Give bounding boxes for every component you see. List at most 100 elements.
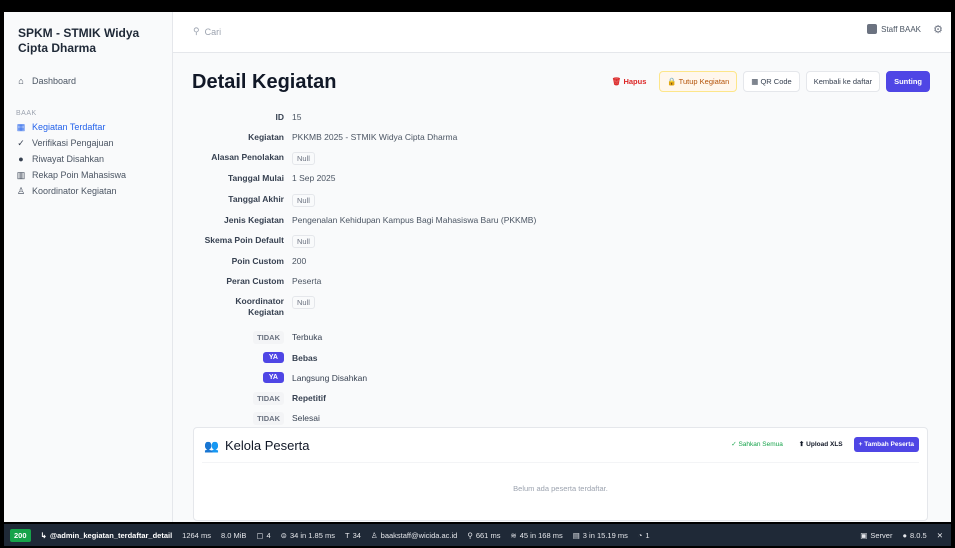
approve-all-button[interactable]: ✓ Sahkan Semua [726,436,788,452]
user-info[interactable]: ♙ baakstaff@wicida.ac.id [371,531,457,540]
chart-icon: ▥ [16,170,26,180]
route-info[interactable]: ↳ @admin_kegiatan_terdaftar_detail [41,531,173,540]
sidebar-item-label: Rekap Poin Mahasiswa [32,170,127,180]
close-activity-button[interactable]: 🔒 Tutup Kegiatan [659,71,738,92]
memory-info[interactable]: 8.0 MiB [221,531,246,540]
peserta-actions: ✓ Sahkan Semua ⬆ Upload XLS + Tambah Pes… [726,436,919,452]
peserta-title-text: Kelola Peserta [224,438,310,453]
search-icon: ⚲ [193,26,200,36]
page-actions: 🗑 Hapus 🔒 Tutup Kegiatan ▦ QR Code Kemba… [605,71,930,92]
page-title: Detail Kegiatan [192,71,337,93]
forms-info[interactable]: ▢ 4 [256,531,270,540]
delete-button[interactable]: 🗑 Hapus [605,72,654,91]
sidebar-item-label: Dashboard [32,76,77,86]
cache-info[interactable]: ⊜ 34 in 1.85 ms [281,531,335,540]
user-label: baakstaff@wicida.ac.id [380,530,458,540]
events-count: 1 [645,530,650,540]
topbar: ⚲ Cari Staff BAAK ⚙ [173,12,951,53]
jenis-link[interactable]: Pengenalan Kehidupan Kampus Bagi Mahasis… [292,215,536,225]
status-badge[interactable]: 200 [10,528,31,542]
empty-state: Belum ada peserta terdaftar. [513,484,608,493]
edit-button[interactable]: Sunting [886,71,930,92]
db-info[interactable]: ▤ 3 in 15.19 ms [573,531,628,540]
server-info[interactable]: ▣ Server [860,531,892,540]
sidebar-item-koordinator[interactable]: ♙ Koordinator Kegiatan [16,186,117,196]
debug-toolbar: 200 ↳ @admin_kegiatan_terdaftar_detail 1… [4,524,951,546]
row-bebas: YA Bebas [192,352,792,371]
row-langsung: YA Langsung Disahkan [192,372,792,391]
forms-count: 4 [266,530,271,540]
user-name: Staff BAAK [881,24,921,34]
time-info[interactable]: 1264 ms [182,531,211,540]
selesai-label: Selesai [292,413,320,423]
app-frame: SPKM - STMIK Widya Cipta Dharma ⌂ Dashbo… [4,12,951,522]
sidebar-item-label: Kegiatan Terdaftar [32,122,106,132]
tanggal-mulai-value: 1 Sep 2025 [292,173,336,183]
search-placeholder: Cari [204,26,222,37]
jenis-label: Jenis Kegiatan [224,215,284,225]
skema-label: Skema Poin Default [204,235,284,245]
repetitif-label: Repetitif [292,393,326,403]
debug-right: ▣ Server ● 8.0.5 ✕ [860,531,951,540]
row-repetitif: TIDAK Repetitif [192,392,792,411]
events-info[interactable]: ◔ 1 [638,531,650,540]
kegiatan-label: Kegiatan [248,132,284,142]
queries-label: 661 ms [475,530,501,540]
row-skema: Skema Poin Default Null [192,235,792,253]
poin-value: 200 [292,256,307,266]
sidebar-item-label: Riwayat Disahkan [32,154,105,164]
alasan-label: Alasan Penolakan [211,152,284,162]
close-icon[interactable]: ✕ [937,531,943,540]
route-label: @admin_kegiatan_terdaftar_detail [49,530,173,540]
sidebar-item-riwayat-disahkan[interactable]: ● Riwayat Disahkan [16,154,104,164]
sidebar-item-verifikasi-pengajuan[interactable]: ✓ Verifikasi Pengajuan [16,138,114,148]
db-label: 3 in 15.19 ms [582,530,628,540]
flag-yes-badge: YA [262,372,284,383]
tanggal-akhir-label: Tanggal Akhir [228,194,284,204]
queries-info[interactable]: ⚲ 661 ms [467,531,500,540]
sidebar-item-rekap-poin[interactable]: ▥ Rekap Poin Mahasiswa [16,170,126,180]
sidebar-item-label: Verifikasi Pengajuan [32,138,114,148]
flag-no-badge: TIDAK [253,392,284,405]
poin-label: Poin Custom [231,256,284,266]
version-info[interactable]: ● 8.0.5 [902,531,926,540]
close-label: Tutup Kegiatan [678,77,730,86]
peran-label: Peran Custom [226,276,284,286]
sidebar: SPKM - STMIK Widya Cipta Dharma ⌂ Dashbo… [4,12,173,522]
bebas-label: Bebas [292,353,318,363]
row-tanggal-mulai: Tanggal Mulai 1 Sep 2025 [192,173,792,191]
back-to-list-button[interactable]: Kembali ke daftar [805,71,881,92]
upload-xls-button[interactable]: ⬆ Upload XLS [794,436,848,452]
flag-no-badge: TIDAK [253,412,284,425]
sidebar-item-kegiatan-terdaftar[interactable]: ▦ Kegiatan Terdaftar [16,122,106,132]
add-participant-button[interactable]: + Tambah Peserta [853,436,919,452]
user-menu[interactable]: Staff BAAK [867,24,921,34]
row-id: ID 15 [192,112,792,130]
history-icon: ● [18,154,24,164]
row-koordinator: Koordinator Kegiatan Null [192,296,792,326]
peserta-card: 👥 Kelola Peserta ✓ Sahkan Semua ⬆ Upload… [193,427,928,521]
translation-info[interactable]: T 34 [345,531,361,540]
row-jenis: Jenis Kegiatan Pengenalan Kehidupan Kamp… [192,215,792,233]
twig-label: 45 in 168 ms [519,530,563,540]
flag-yes-badge: YA [262,352,284,363]
id-value: 15 [292,112,302,122]
search-input[interactable]: ⚲ Cari [193,26,221,37]
divider [202,462,919,463]
null-badge: Null [292,296,315,309]
server-label: Server [870,530,893,540]
peserta-title: 👥 Kelola Peserta [204,438,310,453]
cache-label: 34 in 1.85 ms [289,530,335,540]
delete-label: Hapus [623,77,647,86]
row-terbuka: TIDAK Terbuka [192,331,792,350]
row-kegiatan: Kegiatan PKKMB 2025 - STMIK Widya Cipta … [192,132,792,150]
qr-code-button[interactable]: ▦ QR Code [743,71,800,92]
brand-title[interactable]: SPKM - STMIK Widya Cipta Dharma [18,26,168,56]
twig-info[interactable]: ≋ 45 in 168 ms [510,531,562,540]
gear-icon[interactable]: ⚙ [933,23,943,36]
koordinator-label-line2: Kegiatan [248,307,284,317]
sidebar-item-dashboard[interactable]: ⌂ Dashboard [16,76,76,86]
flag-no-badge: TIDAK [253,331,284,344]
upload-label: Upload XLS [806,441,843,448]
row-alasan: Alasan Penolakan Null [192,152,792,170]
